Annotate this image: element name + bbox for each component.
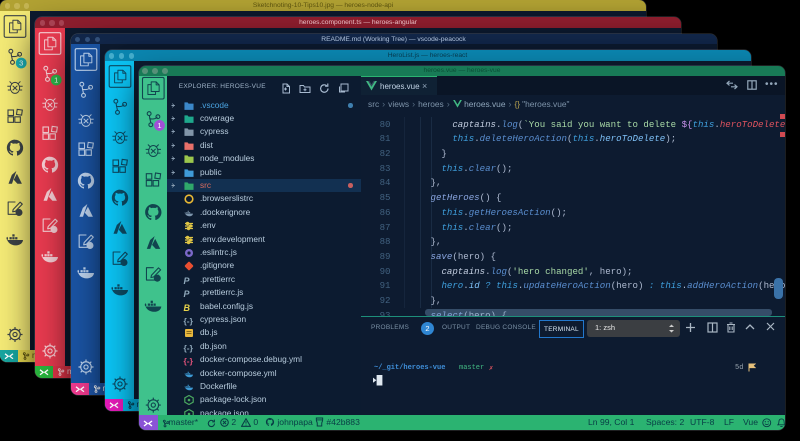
svg-text:1: 1 bbox=[54, 75, 58, 84]
svg-text:1: 1 bbox=[157, 121, 161, 130]
svg-text:3: 3 bbox=[19, 58, 23, 67]
